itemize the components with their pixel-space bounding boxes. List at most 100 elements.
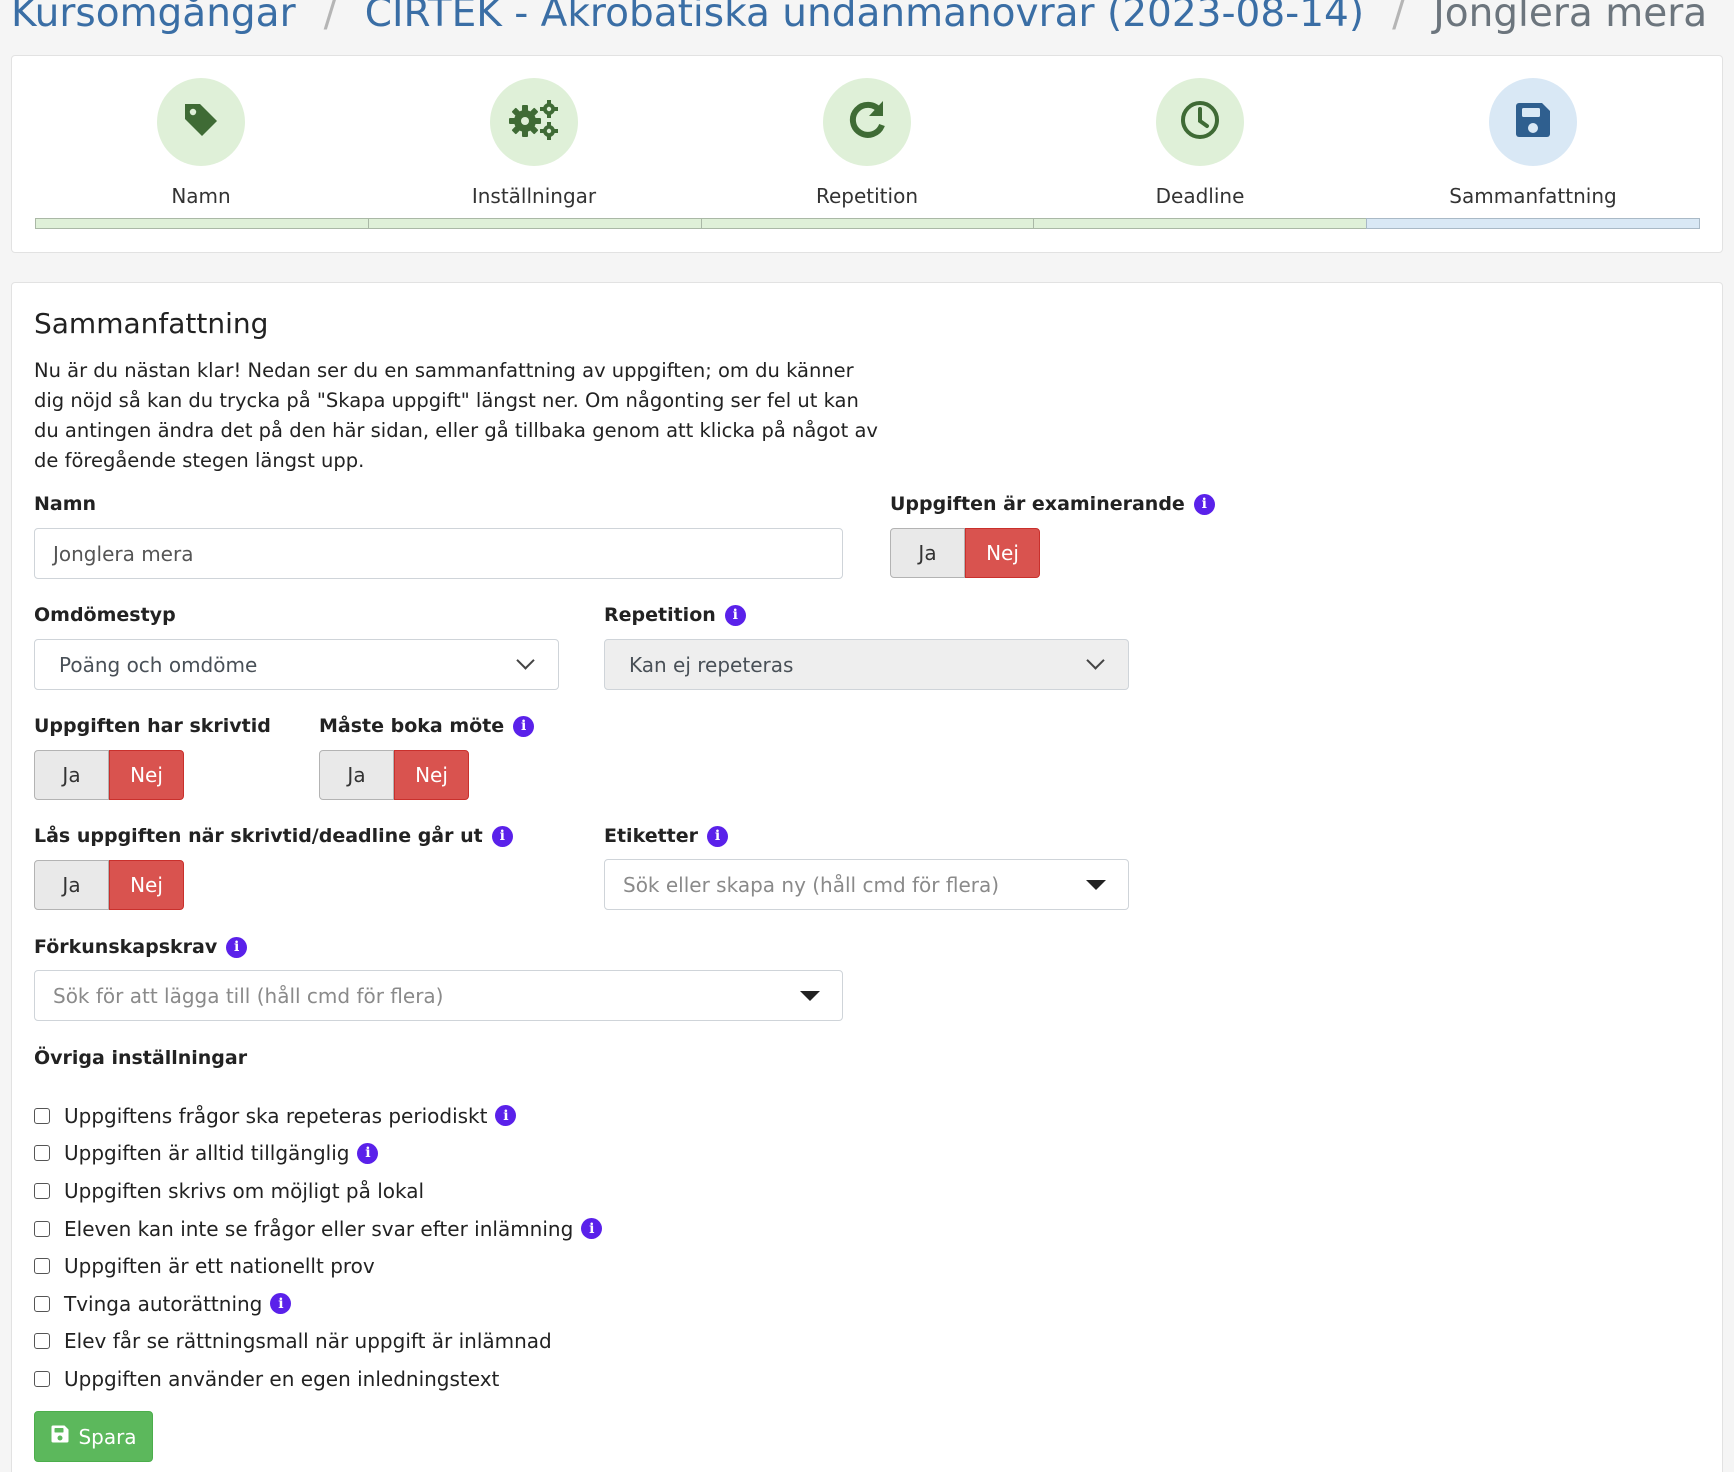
step-namn[interactable]: Namn <box>35 78 367 208</box>
redo-icon <box>845 98 889 146</box>
step-repetition[interactable]: Repetition <box>701 78 1033 208</box>
step-label: Deadline <box>1155 184 1245 208</box>
checkbox[interactable] <box>34 1333 50 1350</box>
repetition-value: Kan ej repeteras <box>629 652 794 677</box>
examinerande-label: Uppgiften är examinerande i <box>890 493 1215 515</box>
step-label: Sammanfattning <box>1449 184 1617 208</box>
namn-label: Namn <box>34 493 96 515</box>
checkbox[interactable] <box>34 1220 50 1237</box>
omdomestyp-label-text: Omdömestyp <box>34 604 176 626</box>
boka-mote-label: Måste boka möte i <box>319 715 535 737</box>
checkbox[interactable] <box>34 1258 50 1275</box>
las-nej-button[interactable]: Nej <box>109 860 184 910</box>
las-toggle: Ja Nej <box>34 860 184 910</box>
boka-mote-nej-button[interactable]: Nej <box>394 750 469 800</box>
skrivtid-nej-button[interactable]: Nej <box>109 750 184 800</box>
info-icon[interactable]: i <box>270 1293 292 1315</box>
floppy-disk-icon <box>1513 100 1553 144</box>
checkbox-label: Eleven kan inte se frågor eller svar eft… <box>64 1216 574 1241</box>
ovriga-label-text: Övriga inställningar <box>34 1047 248 1069</box>
skrivtid-label-text: Uppgiften har skrivtid <box>34 715 271 737</box>
info-icon[interactable]: i <box>491 825 513 847</box>
breadcrumb-link-kursomgangar[interactable]: Kursomgångar <box>11 0 296 36</box>
examinerande-nej-button[interactable]: Nej <box>965 528 1040 578</box>
boka-mote-ja-button[interactable]: Ja <box>319 750 394 800</box>
breadcrumb-current: Jonglera mera <box>1433 0 1708 36</box>
breadcrumb-separator: / <box>323 0 337 36</box>
breadcrumb: Kursomgångar / CIRTEK - Akrobatiska undanm… <box>11 0 1707 44</box>
info-icon[interactable]: i <box>495 1105 517 1127</box>
examinerande-toggle: Ja Nej <box>890 528 1040 578</box>
step-circle <box>1489 78 1577 166</box>
repetition-select: Kan ej repeteras <box>604 639 1129 690</box>
step-circle <box>157 78 245 166</box>
examinerande-ja-button[interactable]: Ja <box>890 528 965 578</box>
checkbox-label: Uppgiften använder en egen inledningstex… <box>64 1366 500 1391</box>
save-button-label: Spara <box>78 1424 137 1449</box>
checkbox[interactable] <box>34 1145 50 1162</box>
namn-input[interactable]: Jonglera mera <box>34 528 843 579</box>
section-title: Sammanfattning <box>34 307 269 340</box>
repetition-label: Repetition i <box>604 604 746 626</box>
boka-mote-toggle: Ja Nej <box>319 750 469 800</box>
step-deadline[interactable]: Deadline <box>1034 78 1366 208</box>
forkunskapskrav-label: Förkunskapskrav i <box>34 936 248 958</box>
chevron-down-icon <box>1086 651 1105 670</box>
progress-segment <box>367 218 702 229</box>
step-circle <box>490 78 578 166</box>
checkbox[interactable] <box>34 1107 50 1124</box>
chevron-down-icon <box>516 651 535 670</box>
tag-icon <box>181 100 221 144</box>
checkbox-row[interactable]: Uppgiftens frågor ska repeteras periodis… <box>34 1097 602 1135</box>
etiketter-placeholder: Sök eller skapa ny (håll cmd för flera) <box>623 872 1000 897</box>
checkbox-row[interactable]: Eleven kan inte se frågor eller svar eft… <box>34 1210 603 1248</box>
step-label: Repetition <box>815 184 918 208</box>
las-label-text: Lås uppgiften när skrivtid/deadline går … <box>34 825 483 847</box>
info-icon[interactable]: i <box>581 1218 603 1240</box>
step-sammanfattning[interactable]: Sammanfattning <box>1367 78 1699 208</box>
gears-icon <box>506 98 562 146</box>
checkbox[interactable] <box>34 1182 50 1199</box>
step-circle <box>823 78 911 166</box>
clock-icon <box>1178 98 1222 146</box>
step-installningar[interactable]: Inställningar <box>368 78 700 208</box>
breadcrumb-link-course[interactable]: CIRTEK - Akrobatiska undanmanövrar (2023… <box>365 0 1364 36</box>
ovriga-label: Övriga inställningar <box>34 1047 247 1069</box>
ovriga-checkbox-list: Uppgiftens frågor ska repeteras periodis… <box>34 1097 603 1398</box>
namn-label-text: Namn <box>34 493 97 515</box>
save-button[interactable]: Spara <box>34 1411 153 1462</box>
etiketter-select[interactable]: Sök eller skapa ny (håll cmd för flera) <box>604 859 1129 910</box>
checkbox-row[interactable]: Uppgiften skrivs om möjligt på lokal <box>34 1172 602 1210</box>
info-icon[interactable]: i <box>724 604 746 626</box>
skrivtid-toggle: Ja Nej <box>34 750 184 800</box>
info-icon[interactable]: i <box>513 715 535 737</box>
checkbox-row[interactable]: Uppgiften är ett nationellt prov <box>34 1247 602 1285</box>
checkbox-row[interactable]: Uppgiften är alltid tillgänglig i <box>34 1135 602 1173</box>
checkbox-row[interactable]: Tvinga autorättning i <box>34 1285 602 1323</box>
info-icon[interactable]: i <box>1193 493 1215 515</box>
skrivtid-ja-button[interactable]: Ja <box>34 750 109 800</box>
progress-segment-active <box>1366 218 1700 229</box>
omdomestyp-label: Omdömestyp <box>34 604 176 626</box>
info-icon[interactable]: i <box>226 936 248 958</box>
checkbox-label: Uppgiften skrivs om möjligt på lokal <box>64 1178 425 1203</box>
las-ja-button[interactable]: Ja <box>34 860 109 910</box>
omdomestyp-select[interactable]: Poäng och omdöme <box>34 639 559 690</box>
info-icon[interactable]: i <box>707 825 729 847</box>
forkunskapskrav-select[interactable]: Sök för att lägga till (håll cmd för fle… <box>34 970 843 1021</box>
omdomestyp-value: Poäng och omdöme <box>59 652 258 677</box>
progress-segment <box>35 218 369 229</box>
checkbox-row[interactable]: Uppgiften använder en egen inledningstex… <box>34 1360 602 1398</box>
skrivtid-label: Uppgiften har skrivtid <box>34 715 271 737</box>
breadcrumb-separator: / <box>1392 0 1406 36</box>
checkbox[interactable] <box>34 1370 50 1387</box>
step-progress-bar <box>35 218 1700 229</box>
info-icon[interactable]: i <box>357 1142 379 1164</box>
checkbox-label: Tvinga autorättning <box>64 1291 263 1316</box>
step-label: Namn <box>171 184 231 208</box>
caret-down-icon <box>800 990 820 1001</box>
checkbox[interactable] <box>34 1295 50 1312</box>
step-label: Inställningar <box>471 184 597 208</box>
floppy-disk-icon <box>50 1424 70 1449</box>
checkbox-row[interactable]: Elev får se rättningsmall när uppgift är… <box>34 1323 602 1361</box>
